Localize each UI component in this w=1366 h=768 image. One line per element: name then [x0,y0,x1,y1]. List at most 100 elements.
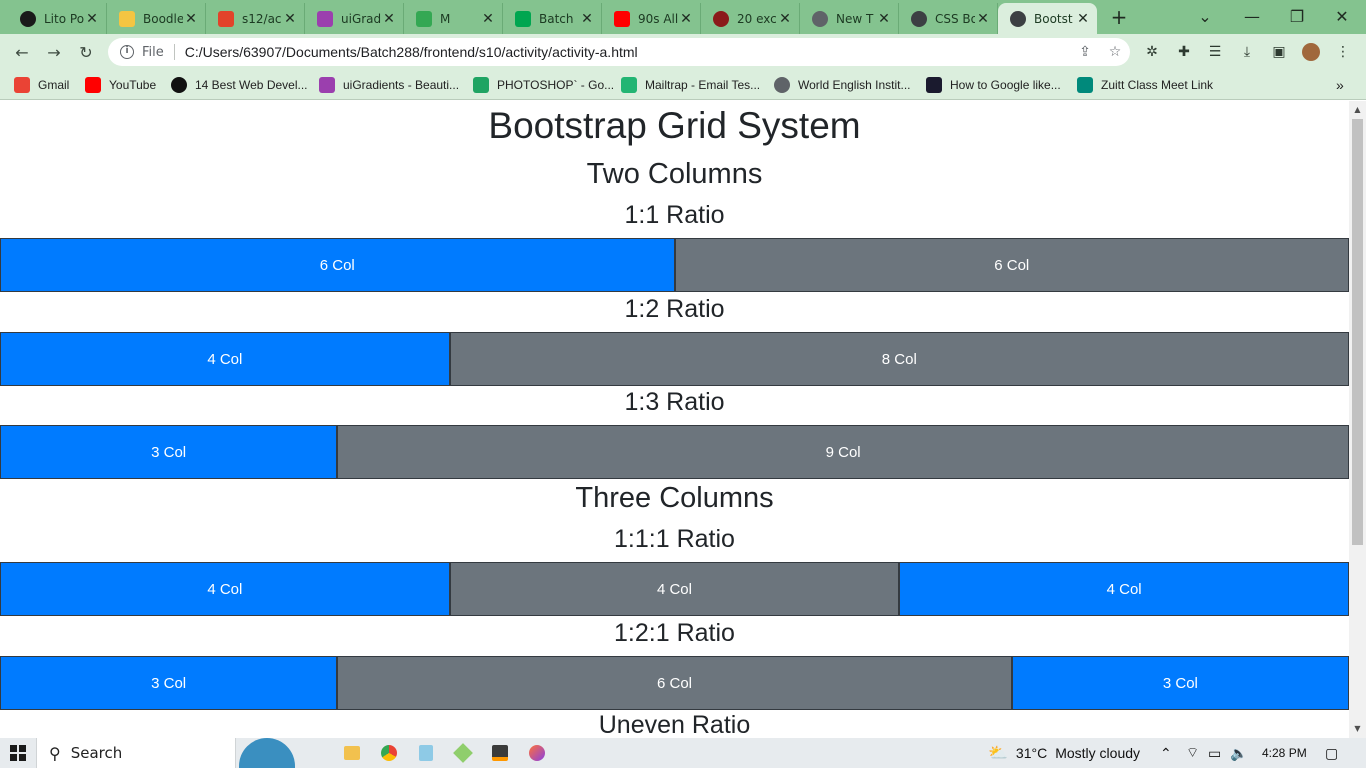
media-control-icon[interactable]: ☰ [1205,42,1225,62]
browser-tab[interactable]: CSS Bo ✕ [899,3,998,34]
reload-icon[interactable]: ↻ [74,40,98,64]
bookmark-label: World English Instit... [798,78,911,92]
tab-favicon-icon [515,10,531,27]
share-icon[interactable]: ⇪ [1070,44,1100,60]
bookmark-star-icon[interactable]: ☆ [1100,44,1130,60]
browser-tab[interactable]: uiGrad ✕ [305,3,404,34]
weather-text: Mostly cloudy [1055,745,1141,761]
clock[interactable]: 4:28 PM [1262,738,1307,768]
browser-tab[interactable]: New T ✕ [800,3,899,34]
grid-row-1-1: 6 Col 6 Col [0,238,1349,292]
wifi-icon[interactable]: ⌔ [1186,738,1199,768]
close-tab-icon[interactable]: ✕ [84,11,100,27]
scroll-down-icon[interactable]: ▼ [1349,722,1366,736]
extensions-puzzle-icon[interactable]: ✚ [1174,42,1194,62]
bookmark-zuitt-meet[interactable]: Zuitt Class Meet Link [1077,76,1213,94]
sublime-text-icon[interactable] [490,743,510,763]
bookmarks-overflow-icon[interactable]: » [1336,76,1344,94]
tab-title: 20 exc [737,11,777,26]
tab-title: Boodle [143,11,183,26]
bookmark-mailtrap[interactable]: Mailtrap - Email Tes... [621,76,760,94]
close-tab-icon[interactable]: ✕ [480,11,496,27]
browser-tab[interactable]: 20 exc ✕ [701,3,800,34]
extension-bug-icon[interactable]: ✲ [1142,42,1162,62]
browser-tab[interactable]: M ✕ [404,3,503,34]
browser-tab[interactable]: s12/ac ✕ [206,3,305,34]
close-window-button[interactable]: ✕ [1330,5,1354,29]
tab-strip: Lito Po ✕ Boodle ✕ s12/ac ✕ uiGrad ✕ M ✕… [0,0,1366,34]
google-drive-icon [473,77,489,93]
minimize-button[interactable]: — [1240,5,1264,29]
chrome-icon[interactable] [379,743,399,763]
tab-search-icon[interactable]: ⌄ [1193,5,1217,29]
ratio-heading-1-3: 1:3 Ratio [624,388,725,416]
grid-col: 4 Col [0,332,450,386]
close-tab-icon[interactable]: ✕ [183,11,199,27]
restore-button[interactable]: ❐ [1285,5,1309,29]
browser-tab[interactable]: Boodle ✕ [107,3,206,34]
tab-title: Batch [539,11,574,26]
tab-title: Lito Po [44,11,84,26]
git-icon[interactable] [453,743,473,763]
weather-widget[interactable]: ⛅ 31°C Mostly cloudy [988,738,1140,768]
grid-col: 4 Col [899,562,1349,616]
tab-favicon-icon [911,10,927,27]
google-meet-icon [1077,77,1093,93]
scroll-up-icon[interactable]: ▲ [1349,103,1366,117]
profile-avatar[interactable] [1301,42,1321,62]
back-icon[interactable]: ← [10,40,34,64]
windows-start-icon[interactable] [8,743,28,763]
info-icon[interactable]: i [120,45,134,59]
bookmark-gmail[interactable]: Gmail [14,76,69,94]
grid-col: 6 Col [674,238,1349,292]
bookmark-world-english[interactable]: World English Instit... [774,76,911,94]
bookmark-site-icon [926,77,942,93]
bookmark-photoshop[interactable]: PHOTOSHOP` - Go... [473,76,614,94]
section-heading-three-columns: Three Columns [575,482,774,514]
bookmark-youtube[interactable]: YouTube [85,76,156,94]
tab-favicon-icon [119,10,135,27]
notepad-icon[interactable] [416,743,436,763]
browser-tab[interactable]: Lito Po ✕ [8,3,107,34]
browser-tab[interactable]: Batch ✕ [503,3,602,34]
bookmark-label: Zuitt Class Meet Link [1101,78,1214,92]
side-panel-icon[interactable]: ▣ [1269,42,1289,62]
browser-tab-active[interactable]: Bootst ✕ [998,3,1097,34]
address-separator [173,44,175,60]
url-text[interactable]: C:/Users/63907/Documents/Batch288/fronte… [185,44,1070,60]
tab-favicon-icon [812,10,828,27]
new-tab-button[interactable]: + [1107,5,1131,29]
bookmark-google-like[interactable]: How to Google like... [926,76,1061,94]
download-icon[interactable]: ⤓ [1237,42,1257,62]
tab-favicon-icon [614,10,630,27]
browser-tab[interactable]: 90s All ✕ [602,3,701,34]
volume-icon[interactable]: 🔈 [1230,738,1247,768]
menu-kebab-icon[interactable]: ⋮ [1333,42,1353,62]
close-tab-icon[interactable]: ✕ [777,11,793,27]
firefox-icon[interactable] [527,743,547,763]
browser-toolbar: ← → ↻ i File C:/Users/63907/Documents/Ba… [0,34,1366,70]
close-tab-icon[interactable]: ✕ [579,11,595,27]
page-scrollbar[interactable]: ▲ ▼ [1349,101,1366,738]
scrollbar-thumb[interactable] [1352,119,1363,545]
bookmark-site-icon [171,77,187,93]
notifications-icon[interactable]: ▢ [1325,738,1338,768]
close-tab-icon[interactable]: ✕ [678,11,694,27]
close-tab-icon[interactable]: ✕ [975,11,991,27]
bookmark-uigradients[interactable]: uiGradients - Beauti... [319,76,459,94]
bookmark-web-devel[interactable]: 14 Best Web Devel... [171,76,308,94]
taskbar-search[interactable]: ⚲ Search [36,738,295,768]
bookmark-label: How to Google like... [950,78,1061,92]
address-bar[interactable]: i File C:/Users/63907/Documents/Batch288… [108,38,1130,66]
close-tab-icon[interactable]: ✕ [1075,11,1091,27]
forward-icon[interactable]: → [42,40,66,64]
chevron-up-icon[interactable]: ⌃ [1160,738,1172,768]
close-tab-icon[interactable]: ✕ [282,11,298,27]
file-explorer-icon[interactable] [342,743,362,763]
windows-taskbar: ⚲ Search ⛅ 31°C Mostly cloudy ⌃ ⌔ ▭ 🔈 4:… [0,738,1366,768]
battery-icon[interactable]: ▭ [1208,738,1221,768]
uigradients-icon [319,77,335,93]
close-tab-icon[interactable]: ✕ [381,11,397,27]
close-tab-icon[interactable]: ✕ [876,11,892,27]
bookmark-label: Mailtrap - Email Tes... [645,78,761,92]
